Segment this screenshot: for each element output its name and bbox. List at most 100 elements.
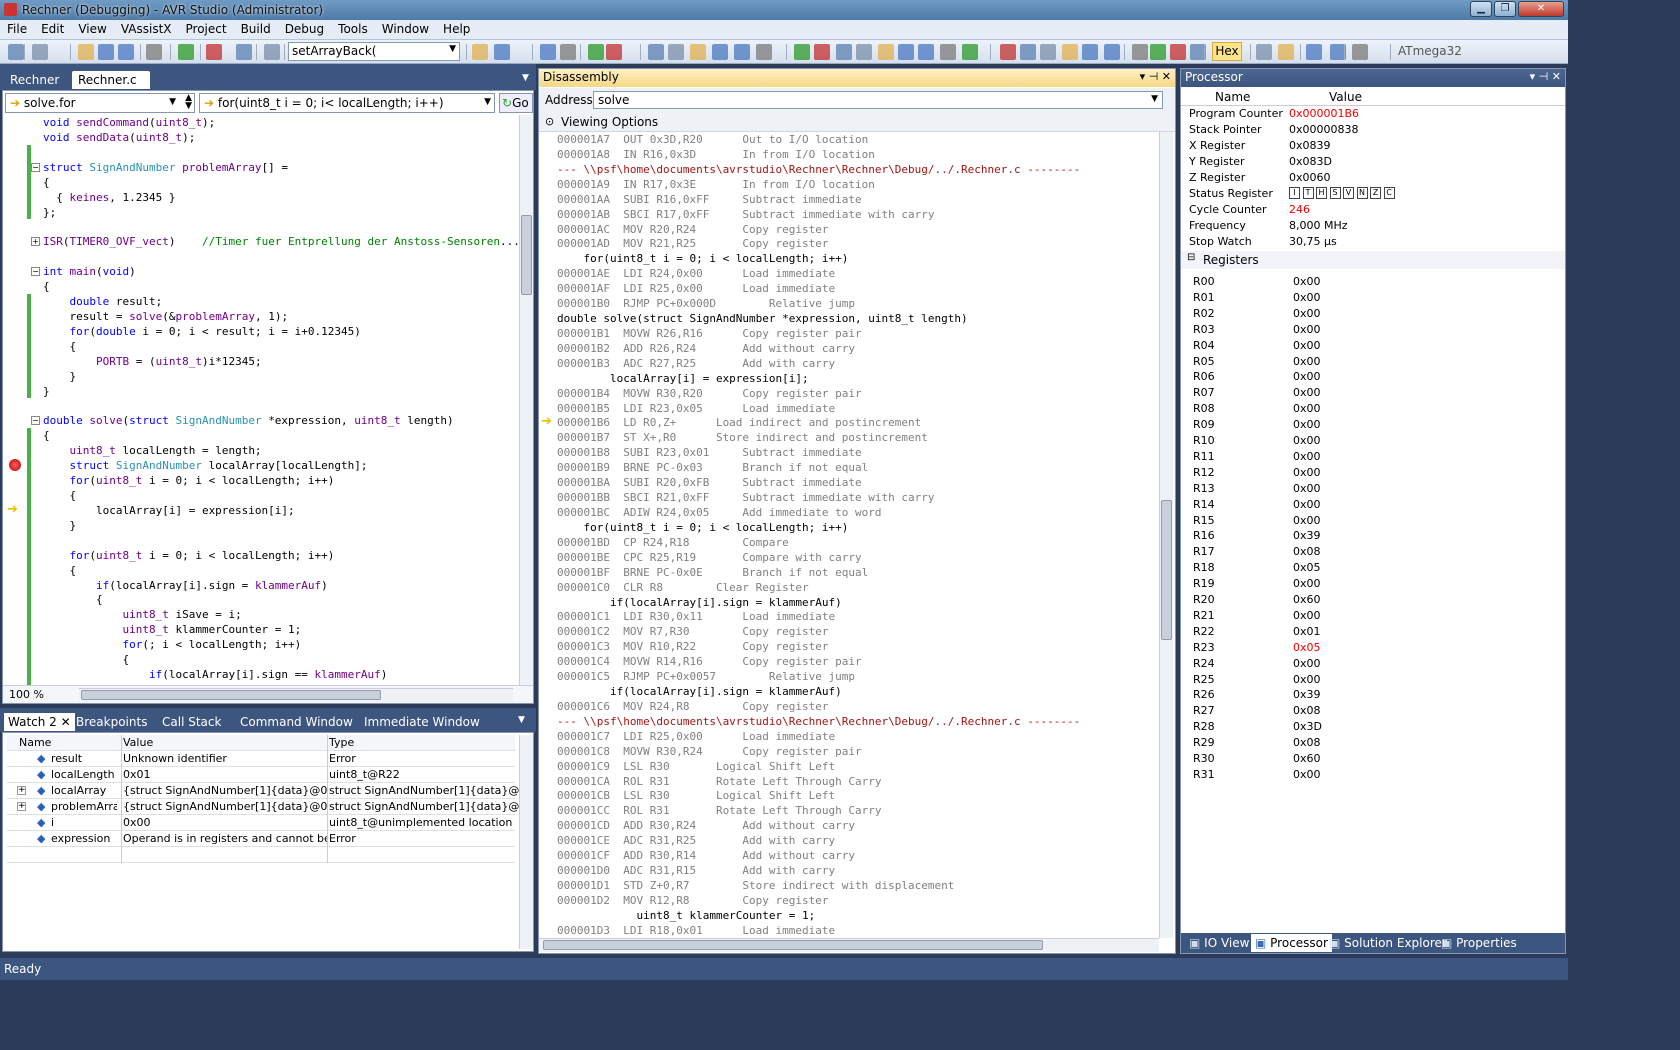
code-line[interactable]: { keines, 1.2345 } — [43, 190, 175, 205]
code-line[interactable]: } — [43, 384, 50, 399]
register-row[interactable]: R19 0x00 — [1181, 577, 1565, 593]
processor-row[interactable]: Frequency 8,000 MHz — [1181, 219, 1565, 235]
toolbar-button-icon[interactable] — [264, 44, 280, 60]
register-row[interactable]: R02 0x00 — [1181, 307, 1565, 323]
disasm-line[interactable]: 000001BD CP R24,R18 Compare — [557, 535, 789, 550]
toolbar-button-icon[interactable] — [1306, 44, 1322, 60]
toolbar-button-icon[interactable] — [98, 44, 114, 60]
tab-processor[interactable]: ▣ Processor — [1251, 934, 1332, 952]
toolbar-button-icon[interactable] — [560, 44, 576, 60]
toolbar-button-icon[interactable] — [472, 44, 488, 60]
processor-row[interactable]: Cycle Counter 246 — [1181, 203, 1565, 219]
disassembly-code[interactable]: 000001A7 OUT 0x3D,R20 Out to I/O locatio… — [539, 132, 1159, 938]
toolbar-button-icon[interactable] — [756, 44, 772, 60]
find-combo[interactable]: setArrayBack(▼ — [288, 42, 460, 61]
disasm-line[interactable]: 000001C7 LDI R25,0x00 Load immediate — [557, 729, 835, 744]
code-line[interactable]: ISR(TIMER0_OVF_vect) //Timer fuer Entpre… — [43, 234, 519, 249]
register-row[interactable]: R29 0x08 — [1181, 736, 1565, 752]
toolbar-button-icon[interactable] — [1278, 44, 1294, 60]
toolbar-button-icon[interactable] — [962, 44, 978, 60]
processor-row[interactable]: Stack Pointer 0x00000838 — [1181, 123, 1565, 139]
register-row[interactable]: R09 0x00 — [1181, 418, 1565, 434]
expand-icon[interactable]: + — [17, 802, 26, 811]
disasm-line[interactable]: 000001AE LDI R24,0x00 Load immediate — [557, 266, 835, 281]
register-row[interactable]: R08 0x00 — [1181, 402, 1565, 418]
source-line[interactable]: if(localArray[i].sign = klammerAuf) — [557, 595, 842, 610]
disasm-line[interactable]: 000001D0 ADC R31,R15 Add with carry — [557, 863, 835, 878]
toolbar-button-icon[interactable] — [836, 44, 852, 60]
register-row[interactable]: R17 0x08 — [1181, 545, 1565, 561]
toolbar-button-icon[interactable] — [78, 44, 94, 60]
code-line[interactable]: uint8_t localLength = length; — [43, 443, 262, 458]
menu-file[interactable]: File — [0, 20, 34, 38]
register-row[interactable]: R24 0x00 — [1181, 657, 1565, 673]
source-line[interactable]: if(localArray[i].sign = klammerAuf) — [557, 684, 842, 699]
disasm-line[interactable]: 000001C9 LSL R30 Logical Shift Left — [557, 759, 835, 774]
disasm-line[interactable]: 000001BF BRNE PC-0x0E Branch if not equa… — [557, 565, 868, 580]
toolbar-button-icon[interactable] — [8, 44, 24, 60]
toolbar-button-icon[interactable] — [668, 44, 684, 60]
disasm-line[interactable]: 000001CE ADC R31,R25 Add with carry — [557, 833, 835, 848]
processor-row[interactable]: Stop Watch 30,75 µs — [1181, 235, 1565, 251]
disasm-line[interactable]: 000001A7 OUT 0x3D,R20 Out to I/O locatio… — [557, 132, 868, 147]
toolbar-button-icon[interactable] — [898, 44, 914, 60]
toolbar-button-icon[interactable] — [540, 44, 556, 60]
toolbar-button-icon[interactable] — [1104, 44, 1120, 60]
disasm-line[interactable]: 000001C6 MOV R24,R8 Copy register — [557, 699, 829, 714]
viewing-options[interactable]: ⊙ Viewing Options — [539, 112, 1175, 132]
disasm-line[interactable]: 000001AF LDI R25,0x00 Load immediate — [557, 281, 835, 296]
toolbar-button-icon[interactable] — [1256, 44, 1272, 60]
disasm-line[interactable]: 000001BA SUBI R20,0xFB Subtract immediat… — [557, 475, 862, 490]
code-line[interactable]: PORTB = (uint8_t)i*12345; — [43, 354, 262, 369]
toolbar-button-icon[interactable] — [146, 44, 162, 60]
disasm-line[interactable]: 000001B2 ADD R26,R24 Add without carry — [557, 341, 855, 356]
disasm-line[interactable]: 000001B4 MOVW R30,R20 Copy register pair — [557, 386, 862, 401]
sreg-flag-checkbox[interactable]: C — [1383, 187, 1395, 199]
disasm-line[interactable]: 000001CC ROL R31 Rotate Left Through Car… — [557, 803, 882, 818]
code-line[interactable]: for(uint8_t i = 0; i < localLength; i++) — [43, 473, 335, 488]
register-row[interactable]: R31 0x00 — [1181, 768, 1565, 784]
disasm-line[interactable]: 000001AD MOV R21,R25 Copy register — [557, 236, 829, 251]
disasm-line[interactable]: 000001A9 IN R17,0x3E In from I/O locatio… — [557, 177, 875, 192]
hex-toggle-button[interactable]: Hex — [1212, 42, 1242, 61]
sreg-flag-checkbox[interactable]: H — [1316, 187, 1327, 199]
tab-call-stack[interactable]: Call Stack — [158, 713, 225, 731]
disasm-line[interactable]: 000001CD ADD R30,R24 Add without carry — [557, 818, 855, 833]
sreg-flag-checkbox[interactable]: S — [1329, 187, 1341, 199]
register-row[interactable]: R15 0x00 — [1181, 514, 1565, 530]
code-line[interactable]: { — [43, 175, 50, 190]
code-line[interactable]: struct SignAndNumber problemArray[] = — [43, 160, 288, 175]
code-line[interactable]: void sendCommand(uint8_t); — [43, 115, 215, 130]
code-area[interactable]: void sendCommand(uint8_t); void sendData(… — [3, 115, 519, 685]
processor-row[interactable]: Status Register I T H S V N Z C — [1181, 187, 1565, 203]
toolbar-button-icon[interactable] — [1082, 44, 1098, 60]
watch-row[interactable]: ◆ localLength 0x01 uint8_t@R22 — [7, 767, 515, 783]
tab-breakpoints[interactable]: Breakpoints — [72, 713, 151, 731]
watch-empty-row[interactable] — [7, 847, 515, 863]
code-line[interactable]: { — [43, 563, 76, 578]
outline-toggle-icon[interactable]: − — [31, 162, 40, 172]
source-file-separator[interactable]: --- \\psf\home\documents\avrstudio\Rechn… — [557, 714, 1080, 729]
code-line[interactable]: struct SignAndNumber localArray[localLen… — [43, 458, 368, 473]
go-button[interactable]: ↻Go — [499, 93, 533, 113]
register-row[interactable]: R18 0x05 — [1181, 561, 1565, 577]
code-line[interactable]: }; — [43, 205, 56, 220]
register-row[interactable]: R11 0x00 — [1181, 450, 1565, 466]
toolbar-button-icon[interactable] — [236, 44, 252, 60]
toolbar-button-icon[interactable] — [690, 44, 706, 60]
pane-controls[interactable]: ▾ ⊣ ✕ — [1530, 70, 1561, 83]
menu-debug[interactable]: Debug — [278, 20, 331, 38]
watch-row[interactable]: ◆ expression Operand is in registers and c… — [7, 831, 515, 847]
disasm-line[interactable]: 000001D3 LDI R18,0x01 Load immediate — [557, 923, 835, 938]
register-row[interactable]: R12 0x00 — [1181, 466, 1565, 482]
toolbar-button-icon[interactable] — [494, 44, 510, 60]
sreg-flag-checkbox[interactable]: I — [1289, 187, 1300, 199]
disasm-line[interactable]: 000001C1 LDI R30,0x11 Load immediate — [557, 609, 835, 624]
address-input[interactable]: solve ▼ — [593, 91, 1163, 109]
code-line[interactable]: { — [43, 592, 103, 607]
disasm-line[interactable]: 000001C8 MOVW R30,R24 Copy register pair — [557, 744, 862, 759]
sreg-flag-checkbox[interactable]: Z — [1370, 187, 1381, 199]
tab-rechner-c[interactable]: Rechner.c ✕ — [72, 71, 150, 101]
sreg-flag-checkbox[interactable]: V — [1343, 187, 1354, 199]
toolbar-button-icon[interactable] — [1150, 44, 1166, 60]
